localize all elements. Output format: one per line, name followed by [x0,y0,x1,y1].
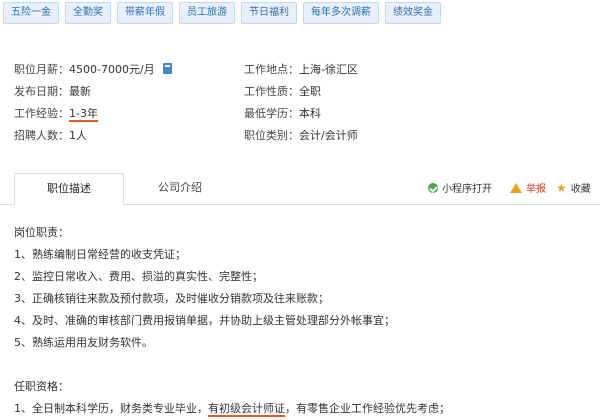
welfare-tag: 五险一金 [3,2,59,24]
headcount-label: 招聘人数： [14,129,69,142]
location-label: 工作地点： [244,63,299,76]
duty-item: 1、熟练编制日常经营的收支凭证； [14,248,186,261]
requirement-text: ，有零售企业工作经验优先考虑； [285,402,450,415]
welfare-tag: 绩效奖金 [385,2,441,24]
job-description-body: 岗位职责： 1、熟练编制日常经营的收支凭证； 2、监控日常收入、费用、损溢的真实… [14,222,594,420]
location-row: 工作地点：上海-徐汇区 [244,60,358,80]
nature-value: 全职 [299,85,321,98]
location-value: 上海-徐汇区 [299,63,358,76]
category-value: 会计/会计师 [299,129,358,142]
welfare-tag: 带薪年假 [117,2,173,24]
welfare-tag: 全勤奖 [65,2,111,24]
tab-company-intro[interactable]: 公司介绍 [145,173,215,203]
job-info-section: 职位月薪：4500-7000元/月 工作地点：上海-徐汇区 发布日期：最新 工作… [14,60,574,146]
tab-job-description[interactable]: 职位描述 [14,173,124,205]
star-icon: ★ [556,180,567,195]
welfare-tag: 员工旅游 [179,2,235,24]
salary-label: 职位月薪： [14,63,69,76]
report-link[interactable]: 举报 [510,180,546,195]
requirement-title: 任职资格： [14,380,69,393]
requirement-highlight: 有初级会计师证 [208,402,285,417]
date-label: 发布日期： [14,85,69,98]
welfare-tag-list: 五险一金 全勤奖 带薪年假 员工旅游 节日福利 每年多次调薪 绩效奖金 [3,2,441,24]
mini-program-link[interactable]: 小程序打开 [428,180,492,195]
category-row: 职位类别：会计/会计师 [244,126,358,146]
duty-item: 5、熟练运用用友财务软件。 [14,336,153,349]
duty-title: 岗位职责： [14,226,69,239]
experience-row: 工作经验：1-3年 [14,104,98,124]
favorite-link[interactable]: ★ 收藏 [556,180,591,196]
nature-label: 工作性质： [244,85,299,98]
job-tabs: 职位描述 公司介绍 小程序打开 举报 ★ 收藏 [0,170,600,205]
category-label: 职位类别： [244,129,299,142]
headcount-value: 1人 [69,129,87,142]
favorite-label: 收藏 [570,184,591,195]
education-label: 最低学历： [244,107,299,120]
mini-program-label: 小程序打开 [442,184,492,195]
education-value: 本科 [299,107,321,120]
welfare-tag: 每年多次调薪 [303,2,379,24]
welfare-tag: 节日福利 [241,2,297,24]
date-row: 发布日期：最新 [14,82,91,102]
nature-row: 工作性质：全职 [244,82,321,102]
report-label: 举报 [526,184,546,195]
calculator-icon[interactable] [162,63,172,74]
salary-row: 职位月薪：4500-7000元/月 [14,60,172,80]
duty-item: 4、及时、准确的审核部门费用报销单据，并协助上级主管处理部分外帐事宜； [14,314,395,327]
requirement-text: 1、全日制本科学历，财务类专业毕业， [14,402,208,415]
requirement-item: 1、全日制本科学历，财务类专业毕业，有初级会计师证，有零售企业工作经验优先考虑； [14,398,594,420]
experience-value: 1-3年 [69,107,98,122]
mini-program-icon [428,182,438,193]
education-row: 最低学历：本科 [244,104,321,124]
duty-item: 3、正确核销往来款及预付款项，及时催收分销款项及往来账款； [14,292,329,305]
duty-item: 2、监控日常收入、费用、损溢的真实性、完整性； [14,270,263,283]
headcount-row: 招聘人数：1人 [14,126,87,146]
salary-value: 4500-7000元/月 [69,63,155,76]
date-value: 最新 [69,85,91,98]
experience-label: 工作经验： [14,107,69,120]
warning-icon [510,182,522,193]
